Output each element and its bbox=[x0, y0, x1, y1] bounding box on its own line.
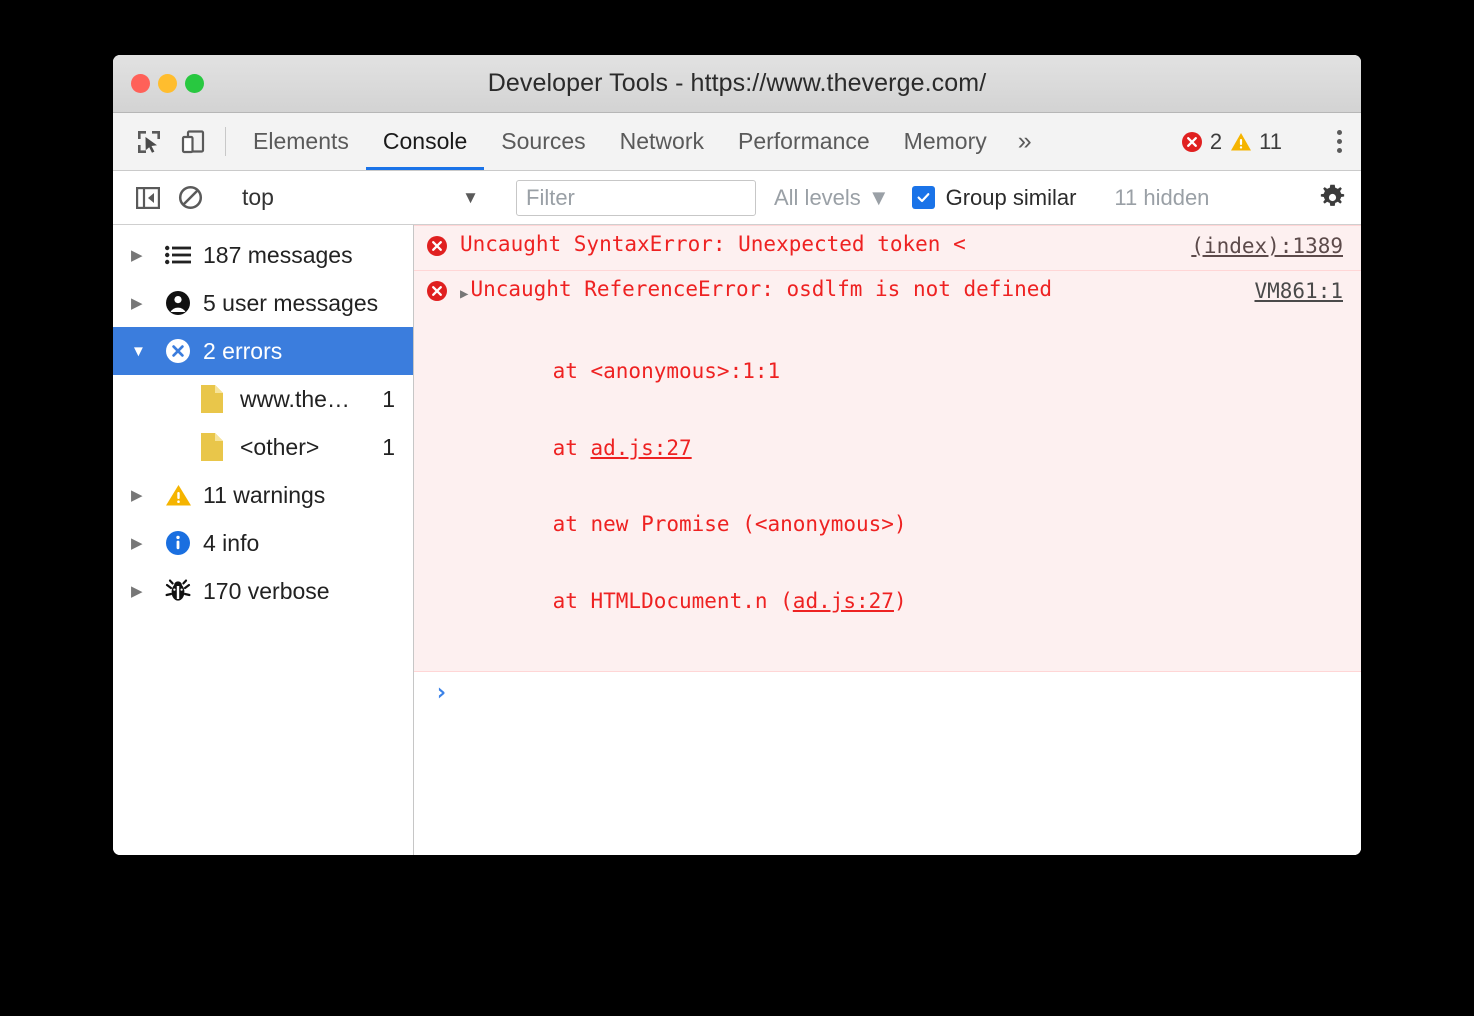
console-message-source-link[interactable]: (index):1389 bbox=[1191, 234, 1343, 260]
warning-icon bbox=[157, 483, 199, 508]
devtools-tabbar: Elements Console Sources Network Perform… bbox=[113, 113, 1361, 171]
file-icon bbox=[191, 432, 233, 462]
error-icon bbox=[426, 280, 448, 309]
error-count: 2 bbox=[1210, 129, 1222, 155]
sidebar-item-label: 187 messages bbox=[199, 242, 353, 269]
more-tabs-button[interactable]: » bbox=[1004, 113, 1046, 170]
hidden-messages-count[interactable]: 11 hidden bbox=[1114, 185, 1209, 211]
error-icon bbox=[157, 338, 199, 364]
sidebar-item-warnings[interactable]: ▶ 11 warnings bbox=[113, 471, 413, 519]
sidebar-item-label: 11 warnings bbox=[199, 482, 325, 509]
sidebar-child-other[interactable]: <other> 1 bbox=[113, 423, 413, 471]
chevron-down-icon: ▼ bbox=[868, 185, 890, 211]
console-message-text: Uncaught SyntaxError: Unexpected token < bbox=[460, 232, 966, 258]
gear-icon[interactable] bbox=[1303, 184, 1361, 211]
tab-sources[interactable]: Sources bbox=[484, 113, 602, 170]
show-console-sidebar-icon[interactable] bbox=[127, 187, 169, 209]
stack-frame: at <anonymous>:1:1 bbox=[502, 359, 1361, 385]
prompt-chevron-icon: › bbox=[434, 678, 448, 706]
execution-context-selector[interactable]: top ▼ bbox=[232, 184, 487, 211]
expand-triangle-icon[interactable]: ▶ bbox=[131, 246, 157, 264]
sidebar-item-label: 170 verbose bbox=[199, 578, 330, 605]
tab-memory[interactable]: Memory bbox=[887, 113, 1004, 170]
clear-console-icon[interactable] bbox=[169, 185, 211, 210]
stack-frame-link[interactable]: ad.js:27 bbox=[591, 436, 692, 460]
console-message-source-link[interactable]: VM861:1 bbox=[1254, 279, 1343, 305]
expand-triangle-icon[interactable]: ▶ bbox=[131, 582, 157, 600]
bug-icon bbox=[157, 578, 199, 604]
stack-trace: at <anonymous>:1:1 at ad.js:27 at new Pr… bbox=[414, 308, 1361, 665]
group-similar-label: Group similar bbox=[946, 185, 1077, 211]
collapse-triangle-icon[interactable]: ▼ bbox=[131, 343, 157, 360]
console-message-error[interactable]: ▶ Uncaught ReferenceError: osdlfm is not… bbox=[414, 271, 1361, 673]
sidebar-item-info[interactable]: ▶ 4 info bbox=[113, 519, 413, 567]
issue-counters: 2 11 bbox=[1181, 113, 1361, 170]
expand-triangle-icon[interactable]: ▶ bbox=[131, 534, 157, 552]
sidebar-item-errors[interactable]: ▼ 2 errors bbox=[113, 327, 413, 375]
sidebar-item-label: 2 errors bbox=[199, 338, 282, 365]
log-level-selector[interactable]: All levels ▼ bbox=[774, 185, 890, 211]
stack-frame: at ad.js:27 bbox=[502, 436, 1361, 462]
tab-performance[interactable]: Performance bbox=[721, 113, 887, 170]
expand-triangle-icon[interactable]: ▶ bbox=[131, 294, 157, 312]
stack-frame: at new Promise (<anonymous>) bbox=[502, 512, 1361, 538]
warning-icon bbox=[1230, 131, 1252, 153]
traffic-lights bbox=[131, 74, 204, 93]
error-icon bbox=[1181, 131, 1203, 153]
sidebar-child-label: <other> bbox=[233, 434, 319, 461]
log-level-value: All levels bbox=[774, 185, 861, 211]
minimize-window-button[interactable] bbox=[158, 74, 177, 93]
warning-count: 11 bbox=[1259, 129, 1282, 155]
sidebar-item-user-messages[interactable]: ▶ 5 user messages bbox=[113, 279, 413, 327]
sidebar-item-label: 4 info bbox=[199, 530, 259, 557]
file-icon bbox=[191, 384, 233, 414]
sidebar-child-label: www.the… bbox=[233, 386, 350, 413]
console-filter-toolbar: top ▼ All levels ▼ Group similar 11 hidd… bbox=[113, 171, 1361, 225]
console-body: ▶ 187 messages ▶ bbox=[113, 225, 1361, 855]
sidebar-item-verbose[interactable]: ▶ 170 verbose bbox=[113, 567, 413, 615]
toolbar-divider bbox=[225, 127, 226, 156]
sidebar-item-label: 5 user messages bbox=[199, 290, 378, 317]
chevron-down-icon: ▼ bbox=[462, 188, 479, 208]
group-similar-toggle[interactable]: Group similar bbox=[912, 185, 1077, 211]
device-toolbar-icon[interactable] bbox=[171, 113, 215, 170]
filter-input[interactable] bbox=[516, 180, 756, 216]
console-message-error[interactable]: Uncaught SyntaxError: Unexpected token <… bbox=[414, 225, 1361, 271]
console-message-text: Uncaught ReferenceError: osdlfm is not d… bbox=[470, 277, 1052, 303]
zoom-window-button[interactable] bbox=[185, 74, 204, 93]
console-sidebar: ▶ 187 messages ▶ bbox=[113, 225, 414, 855]
expand-triangle-icon[interactable]: ▶ bbox=[131, 486, 157, 504]
expand-triangle-icon[interactable]: ▶ bbox=[460, 282, 468, 308]
error-counter[interactable]: 2 bbox=[1181, 129, 1222, 155]
execution-context-value: top bbox=[242, 184, 274, 211]
tab-network[interactable]: Network bbox=[603, 113, 721, 170]
warning-counter[interactable]: 11 bbox=[1230, 129, 1282, 155]
list-icon bbox=[157, 245, 199, 265]
console-prompt[interactable]: › bbox=[414, 672, 1361, 712]
tab-elements[interactable]: Elements bbox=[236, 113, 366, 170]
devtools-window: Developer Tools - https://www.theverge.c… bbox=[113, 55, 1361, 855]
sidebar-child-count: 1 bbox=[382, 386, 413, 413]
check-icon bbox=[916, 190, 931, 205]
inspect-element-icon[interactable] bbox=[127, 113, 171, 170]
console-output: Uncaught SyntaxError: Unexpected token <… bbox=[414, 225, 1361, 855]
person-icon bbox=[157, 290, 199, 316]
window-titlebar: Developer Tools - https://www.theverge.c… bbox=[113, 55, 1361, 113]
error-icon bbox=[426, 235, 448, 264]
sidebar-item-messages[interactable]: ▶ 187 messages bbox=[113, 231, 413, 279]
tab-console[interactable]: Console bbox=[366, 113, 484, 170]
group-similar-checkbox[interactable] bbox=[912, 186, 935, 209]
window-title: Developer Tools - https://www.theverge.c… bbox=[113, 69, 1361, 98]
stack-frame: at HTMLDocument.n (ad.js:27) bbox=[502, 589, 1361, 615]
stack-frame-link[interactable]: ad.js:27 bbox=[793, 589, 894, 613]
close-window-button[interactable] bbox=[131, 74, 150, 93]
info-icon bbox=[157, 530, 199, 556]
sidebar-child-source[interactable]: www.the… 1 bbox=[113, 375, 413, 423]
kebab-menu-icon[interactable] bbox=[1319, 130, 1359, 153]
sidebar-child-count: 1 bbox=[382, 434, 413, 461]
